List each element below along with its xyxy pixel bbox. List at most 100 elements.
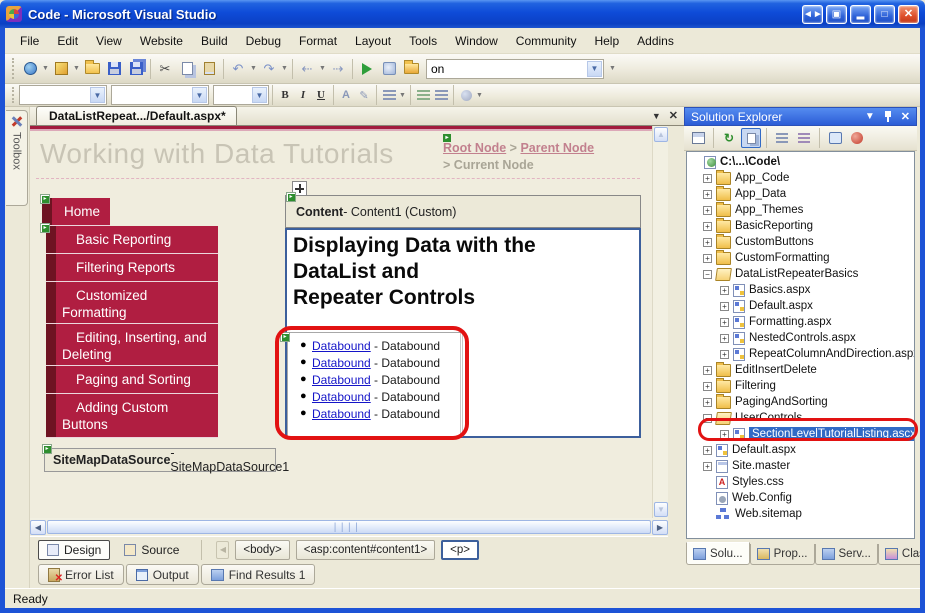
- nav-item-basic-reporting[interactable]: Basic Reporting: [46, 226, 218, 254]
- expand-icon[interactable]: +: [703, 190, 712, 199]
- toolbar-grip[interactable]: [12, 58, 16, 78]
- menu-tools[interactable]: Tools: [400, 31, 446, 51]
- expand-icon[interactable]: +: [703, 238, 712, 247]
- undo-button[interactable]: ↶: [227, 58, 249, 80]
- aspnet-configuration-icon[interactable]: [847, 128, 867, 148]
- pin-icon[interactable]: [884, 111, 892, 122]
- smart-tag-icon[interactable]: ▸: [286, 192, 296, 202]
- sitemapdatasource-control[interactable]: SiteMapDataSource - SiteMapDataSource1: [44, 448, 276, 472]
- tree-item-root[interactable]: C:\...\Code\: [687, 154, 914, 170]
- close-button[interactable]: ✕: [898, 5, 919, 24]
- expand-icon[interactable]: +: [720, 302, 729, 311]
- scroll-left-icon[interactable]: ◀: [30, 520, 46, 535]
- bullet-list-button[interactable]: [414, 86, 432, 104]
- breadcrumb-parent-link[interactable]: Parent Node: [520, 141, 594, 155]
- target-rule-combo[interactable]: ▼: [19, 85, 107, 105]
- start-debugging-button[interactable]: [356, 58, 378, 80]
- tree-item-basics-aspx[interactable]: +Basics.aspx: [687, 282, 914, 298]
- scroll-down-icon[interactable]: ▼: [654, 502, 668, 517]
- menu-debug[interactable]: Debug: [237, 31, 290, 51]
- scrollbar-thumb[interactable]: ▏▏▏▏: [47, 520, 651, 534]
- view-designer-icon[interactable]: [825, 128, 845, 148]
- new-website-button[interactable]: [19, 58, 41, 80]
- tree-item-app-themes[interactable]: +App_Themes: [687, 202, 914, 218]
- underline-button[interactable]: U: [312, 86, 330, 104]
- tag-p-button[interactable]: <p>: [441, 540, 479, 560]
- cut-button[interactable]: ✂: [154, 58, 176, 80]
- tag-body-button[interactable]: <body>: [235, 540, 289, 560]
- window-menu-button[interactable]: ▣: [826, 5, 847, 24]
- font-name-combo[interactable]: ▼: [111, 85, 209, 105]
- horizontal-scrollbar[interactable]: ◀ ▏▏▏▏ ▶: [30, 518, 668, 536]
- tree-item-datalistrepeaterbasics[interactable]: −DataListRepeaterBasics: [687, 266, 914, 282]
- nav-item-filtering-reports[interactable]: Filtering Reports: [46, 254, 218, 282]
- nav-item-customized-formatting[interactable]: Customized Formatting: [46, 282, 218, 324]
- tree-item-filtering[interactable]: +Filtering: [687, 378, 914, 394]
- menu-view[interactable]: View: [87, 31, 131, 51]
- nav-item-home[interactable]: Home: [42, 198, 110, 226]
- expand-icon[interactable]: +: [720, 286, 729, 295]
- tree-item-default-aspx[interactable]: +Default.aspx: [687, 298, 914, 314]
- document-close-icon[interactable]: ✕: [669, 109, 678, 122]
- dock-toggle-button[interactable]: ◄►: [802, 5, 823, 24]
- target-rule-dropdown[interactable]: ▼: [90, 87, 105, 103]
- tag-aspcontent-button[interactable]: <asp:content#content1>: [296, 540, 435, 560]
- find-combo[interactable]: on ▼: [426, 59, 604, 79]
- expand-icon[interactable]: +: [720, 318, 729, 327]
- tree-item-repeatcolumnanddirection-aspx[interactable]: +RepeatColumnAndDirection.aspx: [687, 346, 914, 362]
- tree-item-site-master[interactable]: +Site.master: [687, 458, 914, 474]
- expand-icon[interactable]: +: [720, 350, 729, 359]
- menu-build[interactable]: Build: [192, 31, 237, 51]
- italic-button[interactable]: I: [294, 86, 312, 104]
- tree-item-basicreporting[interactable]: +BasicReporting: [687, 218, 914, 234]
- expand-icon[interactable]: +: [703, 398, 712, 407]
- expand-icon[interactable]: +: [703, 382, 712, 391]
- smart-tag-icon[interactable]: ▸: [443, 134, 451, 142]
- expand-icon[interactable]: +: [703, 366, 712, 375]
- breadcrumb-root-link[interactable]: Root Node: [443, 141, 506, 155]
- solution-explorer-tab[interactable]: Solu...: [686, 542, 750, 565]
- font-name-dropdown[interactable]: ▼: [192, 87, 207, 103]
- nav-item-adding-custom-buttons[interactable]: Adding Custom Buttons: [46, 394, 218, 438]
- toolbar-overflow[interactable]: ▼: [475, 84, 484, 106]
- navigate-back-button[interactable]: ⇠: [296, 58, 318, 80]
- redo-button[interactable]: ↷: [258, 58, 280, 80]
- tree-item-editinsertdelete[interactable]: +EditInsertDelete: [687, 362, 914, 378]
- font-color-button[interactable]: A: [337, 86, 355, 104]
- document-tab[interactable]: DataListRepeat.../Default.aspx*: [36, 106, 237, 125]
- font-size-combo[interactable]: ▼: [213, 85, 269, 105]
- tree-item-default-aspx-root[interactable]: +Default.aspx: [687, 442, 914, 458]
- expand-icon[interactable]: +: [720, 334, 729, 343]
- tree-item-formatting-aspx[interactable]: +Formatting.aspx: [687, 314, 914, 330]
- tree-item-customformatting[interactable]: +CustomFormatting: [687, 250, 914, 266]
- find-in-files-button[interactable]: [400, 58, 422, 80]
- smart-tag-icon[interactable]: ▸: [40, 223, 50, 233]
- properties-tab[interactable]: Prop...: [750, 544, 815, 565]
- vertical-scrollbar[interactable]: ▲ ▼: [652, 126, 668, 518]
- collapse-icon[interactable]: −: [703, 270, 712, 279]
- hyperlink-button[interactable]: [457, 86, 475, 104]
- scroll-up-icon[interactable]: ▲: [654, 127, 668, 142]
- add-item-button[interactable]: [50, 58, 72, 80]
- save-button[interactable]: [103, 58, 125, 80]
- expand-icon[interactable]: +: [703, 446, 712, 455]
- source-view-tab[interactable]: Source: [116, 540, 187, 560]
- font-size-dropdown[interactable]: ▼: [252, 87, 267, 103]
- solution-explorer-header[interactable]: Solution Explorer ▼ ✕: [684, 107, 917, 126]
- new-website-dropdown[interactable]: ▼: [41, 58, 50, 80]
- copy-button[interactable]: [176, 58, 198, 80]
- tree-item-web-sitemap[interactable]: Web.sitemap: [687, 506, 914, 522]
- menu-window[interactable]: Window: [446, 31, 507, 51]
- expand-icon[interactable]: +: [703, 254, 712, 263]
- find-results-tab[interactable]: Find Results 1: [201, 564, 316, 585]
- expand-icon[interactable]: +: [703, 174, 712, 183]
- tree-item-custombuttons[interactable]: +CustomButtons: [687, 234, 914, 250]
- toolbox-tab[interactable]: Toolbox: [6, 110, 28, 206]
- menu-edit[interactable]: Edit: [48, 31, 87, 51]
- paste-button[interactable]: [198, 58, 220, 80]
- numbered-list-button[interactable]: [432, 86, 450, 104]
- navigate-forward-button[interactable]: ⇢: [327, 58, 349, 80]
- nav-item-paging-sorting[interactable]: Paging and Sorting: [46, 366, 218, 394]
- scroll-right-icon[interactable]: ▶: [652, 520, 668, 535]
- tag-scroll-left-icon[interactable]: ◀: [216, 541, 229, 559]
